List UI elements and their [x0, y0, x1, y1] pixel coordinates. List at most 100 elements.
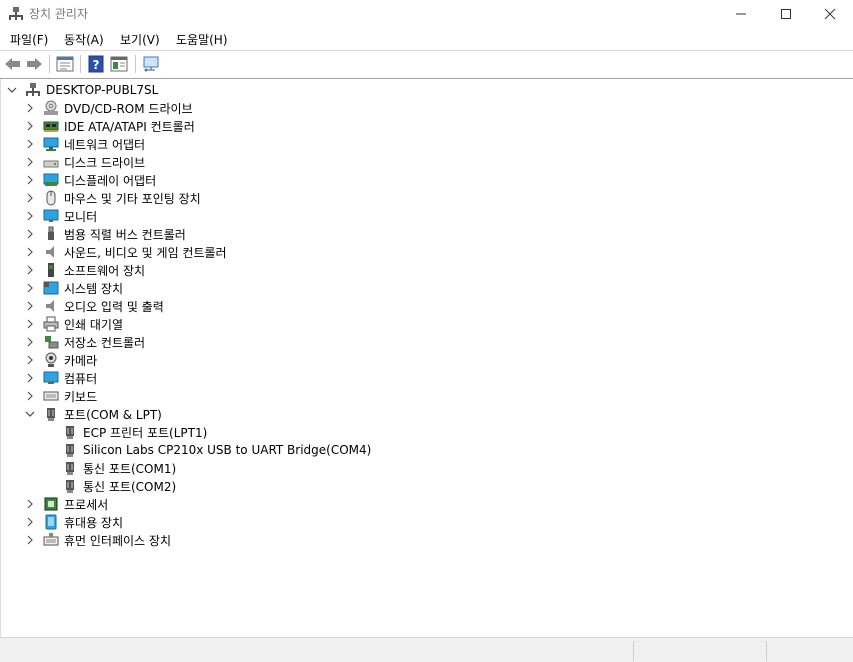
portable-device-icon — [43, 514, 59, 530]
forward-button[interactable] — [25, 55, 43, 73]
scan-hardware-button[interactable] — [142, 55, 160, 73]
close-button[interactable] — [807, 0, 853, 27]
tree-item-computer[interactable]: 컴퓨터 — [25, 369, 97, 387]
back-button[interactable] — [4, 55, 22, 73]
tree-item-label: 범용 직렬 버스 컨트롤러 — [64, 227, 186, 242]
tree-item-disk[interactable]: 디스크 드라이브 — [25, 153, 145, 171]
ide-controller-icon — [43, 118, 59, 134]
tree-child-com2[interactable]: 통신 포트(COM2) — [62, 477, 176, 495]
tree-item-print-queue[interactable]: 인쇄 대기열 — [25, 315, 123, 333]
tree-item-sound[interactable]: 사운드, 비디오 및 게임 컨트롤러 — [25, 243, 227, 261]
title-bar: 장치 관리자 — [0, 0, 853, 27]
chevron-right-icon[interactable] — [25, 229, 35, 239]
menu-file[interactable]: 파일(F) — [8, 30, 50, 49]
status-divider — [633, 641, 634, 661]
tree-item-label: ECP 프린터 포트(LPT1) — [83, 425, 208, 440]
tree-child-com1[interactable]: 통신 포트(COM1) — [62, 459, 176, 477]
chevron-right-icon[interactable] — [25, 391, 35, 401]
tree-item-processor[interactable]: 프로세서 — [25, 495, 108, 513]
chevron-right-icon[interactable] — [25, 319, 35, 329]
tree-item-label: 인쇄 대기열 — [64, 317, 124, 332]
chevron-right-icon[interactable] — [25, 193, 35, 203]
properties-icon — [56, 56, 74, 72]
menu-view[interactable]: 보기(V) — [118, 30, 162, 49]
update-driver-button[interactable] — [110, 55, 128, 73]
help-button[interactable]: ? — [87, 55, 105, 73]
tree-item-system[interactable]: 시스템 장치 — [25, 279, 123, 297]
system-device-icon — [43, 280, 59, 296]
help-icon: ? — [88, 55, 104, 73]
chevron-right-icon[interactable] — [25, 103, 35, 113]
tree-item-label: 휴먼 인터페이스 장치 — [64, 533, 171, 548]
window-title: 장치 관리자 — [29, 7, 89, 21]
chevron-right-icon[interactable] — [25, 211, 35, 221]
chevron-right-icon[interactable] — [25, 265, 35, 275]
computer-network-icon — [25, 82, 41, 98]
tree-item-mouse[interactable]: 마우스 및 기타 포인팅 장치 — [25, 189, 201, 207]
tree-child-lpt1[interactable]: ECP 프린터 포트(LPT1) — [62, 423, 207, 441]
tree-item-storage[interactable]: 저장소 컨트롤러 — [25, 333, 145, 351]
chevron-right-icon[interactable] — [25, 337, 35, 347]
chevron-right-icon[interactable] — [25, 139, 35, 149]
chevron-right-icon[interactable] — [25, 499, 35, 509]
chevron-right-icon[interactable] — [25, 157, 35, 167]
tree-item-label: 소프트웨어 장치 — [64, 263, 146, 278]
chevron-down-icon[interactable] — [25, 409, 35, 419]
hid-icon — [43, 532, 59, 548]
tree-item-usb[interactable]: 범용 직렬 버스 컨트롤러 — [25, 225, 186, 243]
tree-item-label: Silicon Labs CP210x USB to UART Bridge(C… — [83, 443, 372, 457]
chevron-right-icon[interactable] — [25, 175, 35, 185]
toolbar-separator — [49, 55, 50, 73]
computer-icon — [43, 370, 59, 386]
chevron-right-icon[interactable] — [25, 355, 35, 365]
speaker-icon — [43, 244, 59, 260]
tree-item-label: 마우스 및 기타 포인팅 장치 — [64, 191, 201, 206]
forward-arrow-icon — [27, 58, 42, 70]
svg-text:?: ? — [93, 58, 100, 72]
properties-button[interactable] — [56, 55, 74, 73]
tree-item-keyboard[interactable]: 키보드 — [25, 387, 97, 405]
update-driver-icon — [110, 56, 128, 72]
chevron-right-icon[interactable] — [25, 301, 35, 311]
chevron-right-icon[interactable] — [25, 121, 35, 131]
device-manager-icon — [8, 6, 24, 22]
tree-item-audio-io[interactable]: 오디오 입력 및 출력 — [25, 297, 164, 315]
tree-item-hid[interactable]: 휴먼 인터페이스 장치 — [25, 531, 171, 549]
chevron-down-icon[interactable] — [7, 85, 17, 95]
keyboard-icon — [43, 388, 59, 404]
display-adapter-icon — [43, 172, 59, 188]
toolbar-separator — [80, 55, 81, 73]
disk-drive-icon — [43, 154, 59, 170]
chevron-right-icon[interactable] — [25, 373, 35, 383]
port-icon — [43, 406, 59, 422]
tree-item-ports[interactable]: 포트(COM & LPT) — [25, 405, 162, 423]
tree-item-label: IDE ATA/ATAPI 컨트롤러 — [64, 119, 195, 134]
tree-item-software[interactable]: 소프트웨어 장치 — [25, 261, 145, 279]
storage-controller-icon — [43, 334, 59, 350]
maximize-button[interactable] — [763, 0, 809, 27]
chevron-right-icon[interactable] — [25, 247, 35, 257]
menu-help[interactable]: 도움말(H) — [174, 30, 230, 49]
software-device-icon — [43, 262, 59, 278]
chevron-right-icon[interactable] — [25, 535, 35, 545]
audio-io-icon — [43, 298, 59, 314]
tree-item-network[interactable]: 네트워크 어댑터 — [25, 135, 145, 153]
tree-item-label: 네트워크 어댑터 — [64, 137, 146, 152]
tree-item-monitor[interactable]: 모니터 — [25, 207, 97, 225]
toolbar: ? — [0, 50, 853, 79]
chevron-right-icon[interactable] — [25, 517, 35, 527]
port-icon — [62, 424, 78, 440]
tree-child-com4[interactable]: Silicon Labs CP210x USB to UART Bridge(C… — [62, 441, 371, 459]
tree-root[interactable]: DESKTOP-PUBL7SL — [7, 81, 158, 99]
tree-item-display[interactable]: 디스플레이 어댑터 — [25, 171, 156, 189]
tree-item-camera[interactable]: 카메라 — [25, 351, 97, 369]
chevron-right-icon[interactable] — [25, 283, 35, 293]
tree-item-portable[interactable]: 휴대용 장치 — [25, 513, 123, 531]
tree-item-label: 디스크 드라이브 — [64, 155, 146, 170]
printer-icon — [43, 316, 59, 332]
tree-item-dvd[interactable]: DVD/CD-ROM 드라이브 — [25, 99, 193, 117]
tree-item-label: 포트(COM & LPT) — [64, 407, 162, 422]
minimize-button[interactable] — [718, 0, 764, 27]
tree-item-ide[interactable]: IDE ATA/ATAPI 컨트롤러 — [25, 117, 195, 135]
menu-action[interactable]: 동작(A) — [62, 30, 106, 49]
